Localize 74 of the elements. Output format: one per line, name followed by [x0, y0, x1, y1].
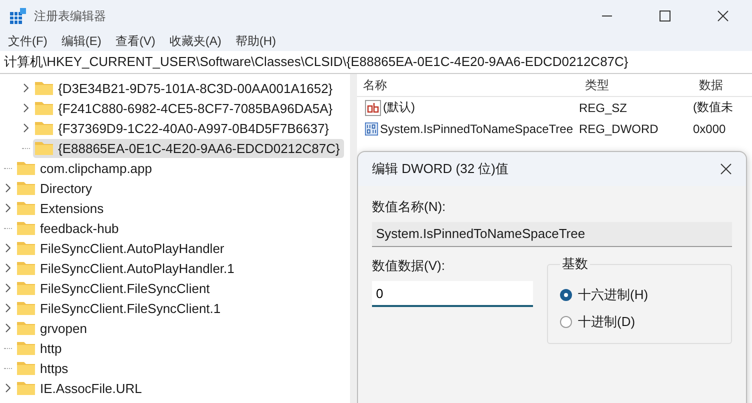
folder-icon	[35, 141, 53, 155]
menu-item[interactable]: 帮助(H)	[235, 33, 276, 50]
value-name: (默认)	[383, 99, 415, 116]
string-value-icon	[365, 100, 381, 116]
menu-item[interactable]: 文件(F)	[8, 33, 48, 50]
chevron-icon[interactable]	[22, 83, 30, 93]
folder-icon	[17, 381, 35, 395]
value-name: System.IsPinnedToNameSpaceTree	[380, 122, 573, 136]
folder-icon	[35, 121, 53, 135]
chevron-icon[interactable]	[4, 383, 12, 393]
chevron-icon[interactable]	[4, 183, 12, 193]
column-header[interactable]: 名称	[357, 76, 579, 94]
folder-icon	[17, 241, 35, 255]
tree-item[interactable]: FileSyncClient.AutoPlayHandler.1	[15, 258, 238, 278]
chevron-icon[interactable]	[22, 123, 30, 133]
tree-item[interactable]: FileSyncClient.FileSyncClient.1	[15, 298, 225, 318]
tree-item[interactable]: com.clipchamp.app	[15, 158, 156, 178]
folder-icon	[17, 161, 35, 175]
folder-icon	[17, 321, 35, 335]
radio-button[interactable]	[560, 288, 572, 300]
radio-label[interactable]: 十进制(D)	[578, 312, 636, 330]
tree-item[interactable]: {F37369D9-1C22-40A0-A997-0B4D5F7B6637}	[33, 118, 334, 138]
column-header[interactable]: 类型	[579, 76, 693, 94]
chevron-icon[interactable]	[4, 263, 12, 273]
menu-item[interactable]: 查看(V)	[115, 33, 156, 50]
tree-item[interactable]: FileSyncClient.AutoPlayHandler	[15, 238, 228, 258]
tree-item[interactable]: https	[15, 358, 72, 378]
chevron-icon[interactable]	[4, 323, 12, 333]
chevron-icon[interactable]	[4, 303, 12, 313]
chevron-icon[interactable]	[4, 243, 12, 253]
tree-item[interactable]: Directory	[15, 178, 96, 198]
tree-item[interactable]: grvopen	[15, 318, 91, 338]
folder-icon	[17, 341, 35, 355]
folder-icon	[17, 201, 35, 215]
chevron-icon[interactable]	[4, 283, 12, 293]
data-field[interactable]: 0	[372, 281, 533, 307]
dialog-title: 编辑 DWORD (32 位)值	[372, 160, 508, 178]
menu-item[interactable]: 编辑(E)	[61, 33, 102, 50]
folder-icon	[17, 261, 35, 275]
tree-item[interactable]: Extensions	[15, 198, 108, 218]
tree-item[interactable]: {E88865EA-0E1C-4E20-9AA6-EDCD0212C87C}	[33, 138, 344, 158]
close-icon[interactable]	[717, 10, 729, 22]
group-label: 基数	[561, 255, 589, 273]
folder-icon	[35, 81, 53, 95]
tree-item[interactable]: {D3E34B21-9D75-101A-8C3D-00AA001A1652}	[33, 78, 337, 98]
field-label: 数值名称(N):	[372, 198, 447, 216]
folder-icon	[35, 101, 53, 115]
radio-label[interactable]: 十六进制(H)	[578, 286, 648, 304]
binary-value-icon	[365, 120, 378, 136]
chevron-icon[interactable]	[22, 103, 30, 113]
value-data: (数值未	[692, 99, 733, 116]
tree-item[interactable]: http	[15, 338, 66, 358]
value-data: 0x000	[692, 122, 726, 136]
registry-icon	[10, 8, 26, 24]
menu-item[interactable]: 收藏夹(A)	[169, 33, 222, 50]
window-title: 注册表编辑器	[34, 8, 106, 24]
tree-item[interactable]: feedback-hub	[15, 218, 123, 238]
folder-icon	[17, 281, 35, 295]
folder-icon	[17, 361, 35, 375]
radio-button[interactable]	[560, 316, 572, 328]
tree-item[interactable]: FileSyncClient.FileSyncClient	[15, 278, 214, 298]
chevron-icon[interactable]	[4, 203, 12, 213]
value-type: REG_DWORD	[578, 122, 660, 136]
column-header[interactable]: 数据	[693, 76, 723, 94]
folder-icon	[17, 301, 35, 315]
tree-item[interactable]: IE.AssocFile.URL	[15, 378, 146, 398]
maximize-icon[interactable]	[659, 10, 671, 22]
tree-item[interactable]: {F241C880-6982-4CE5-8CF7-7085BA96DA5A}	[33, 98, 337, 118]
close-icon[interactable]	[720, 163, 732, 175]
field-label: 数值数据(V):	[372, 257, 446, 275]
folder-icon	[17, 221, 35, 235]
name-field[interactable]: System.IsPinnedToNameSpaceTree	[372, 222, 732, 247]
value-type: REG_SZ	[578, 100, 628, 114]
folder-icon	[17, 181, 35, 195]
